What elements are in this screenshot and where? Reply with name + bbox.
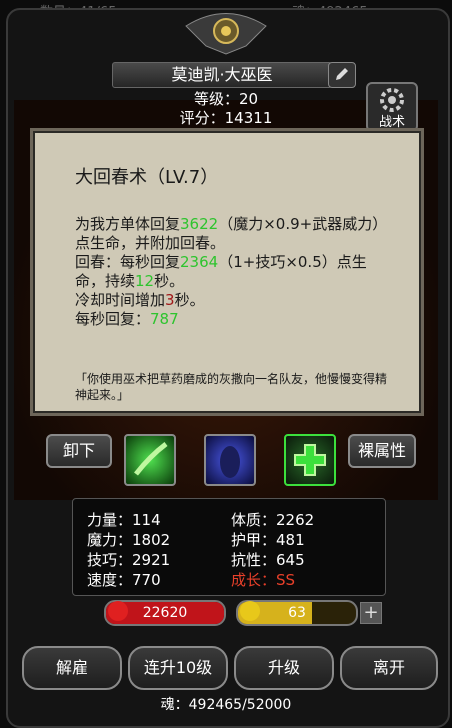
skill-slot-blue[interactable] bbox=[204, 434, 256, 486]
character-name: 莫迪凯·大巫医 bbox=[112, 62, 332, 88]
leave-button[interactable]: 离开 bbox=[340, 646, 438, 690]
stat-resist: 抗性：645 bbox=[231, 551, 305, 569]
skill-slot-green[interactable] bbox=[124, 434, 176, 486]
tactics-button[interactable]: 战术 bbox=[366, 82, 418, 132]
add-energy-button[interactable]: + bbox=[360, 602, 382, 624]
dismiss-button[interactable]: 解雇 bbox=[22, 646, 122, 690]
rename-button[interactable] bbox=[328, 62, 356, 88]
stats-panel: 力量：114 体质：2262 魔力：1802 护甲：481 技巧：2921 抗性… bbox=[72, 498, 386, 596]
desc-line-3: 冷却时间增加3秒。 bbox=[75, 291, 205, 309]
skill-description: 为我方单体回复3622（魔力×0.9+武器威力）点生命，并附加回春。 回春：每秒… bbox=[75, 215, 395, 329]
heal-cross-icon bbox=[294, 444, 326, 476]
skill-slot-heal[interactable] bbox=[284, 434, 336, 486]
desc-line-4: 每秒回复：787 bbox=[75, 310, 179, 328]
pencil-icon bbox=[336, 68, 348, 80]
stat-growth: 成长：SS bbox=[231, 571, 296, 589]
skill-flavor-text: 「你使用巫术把草药磨成的灰撒向一名队友，他慢慢变得精神起来。」 bbox=[75, 372, 388, 402]
soul-footer: 魂：492465/52000 bbox=[160, 697, 292, 713]
desc-line-1: 为我方单体回复3622（魔力×0.9+武器威力）点生命，并附加回春。 bbox=[75, 215, 388, 252]
unequip-button[interactable]: 卸下 bbox=[46, 434, 112, 468]
skill-tooltip: 大回春术（LV.7） 为我方单体回复3622（魔力×0.9+武器威力）点生命，并… bbox=[30, 128, 424, 416]
skill-title: 大回春术（LV.7） bbox=[75, 167, 219, 188]
lightning-icon bbox=[240, 601, 260, 621]
crest-emblem-icon bbox=[185, 13, 267, 55]
stat-speed: 速度：770 bbox=[87, 571, 161, 589]
desc-line-2: 回春：每秒回复2364（1+技巧×0.5）点生命，持续12秒。 bbox=[75, 253, 367, 290]
stat-armor: 护甲：481 bbox=[231, 531, 305, 549]
heart-icon bbox=[108, 601, 128, 621]
base-attributes-button[interactable]: 裸属性 bbox=[348, 434, 416, 468]
level-up-10-button[interactable]: 连升10级 bbox=[128, 646, 228, 690]
stat-skill: 技巧：2921 bbox=[87, 551, 171, 569]
stat-constitution: 体质：2262 bbox=[231, 511, 315, 529]
stat-magic: 魔力：1802 bbox=[87, 531, 171, 549]
stat-strength: 力量：114 bbox=[87, 511, 161, 529]
shadow-figure-icon bbox=[220, 446, 240, 478]
claw-icon bbox=[134, 442, 168, 476]
level-up-button[interactable]: 升级 bbox=[234, 646, 334, 690]
